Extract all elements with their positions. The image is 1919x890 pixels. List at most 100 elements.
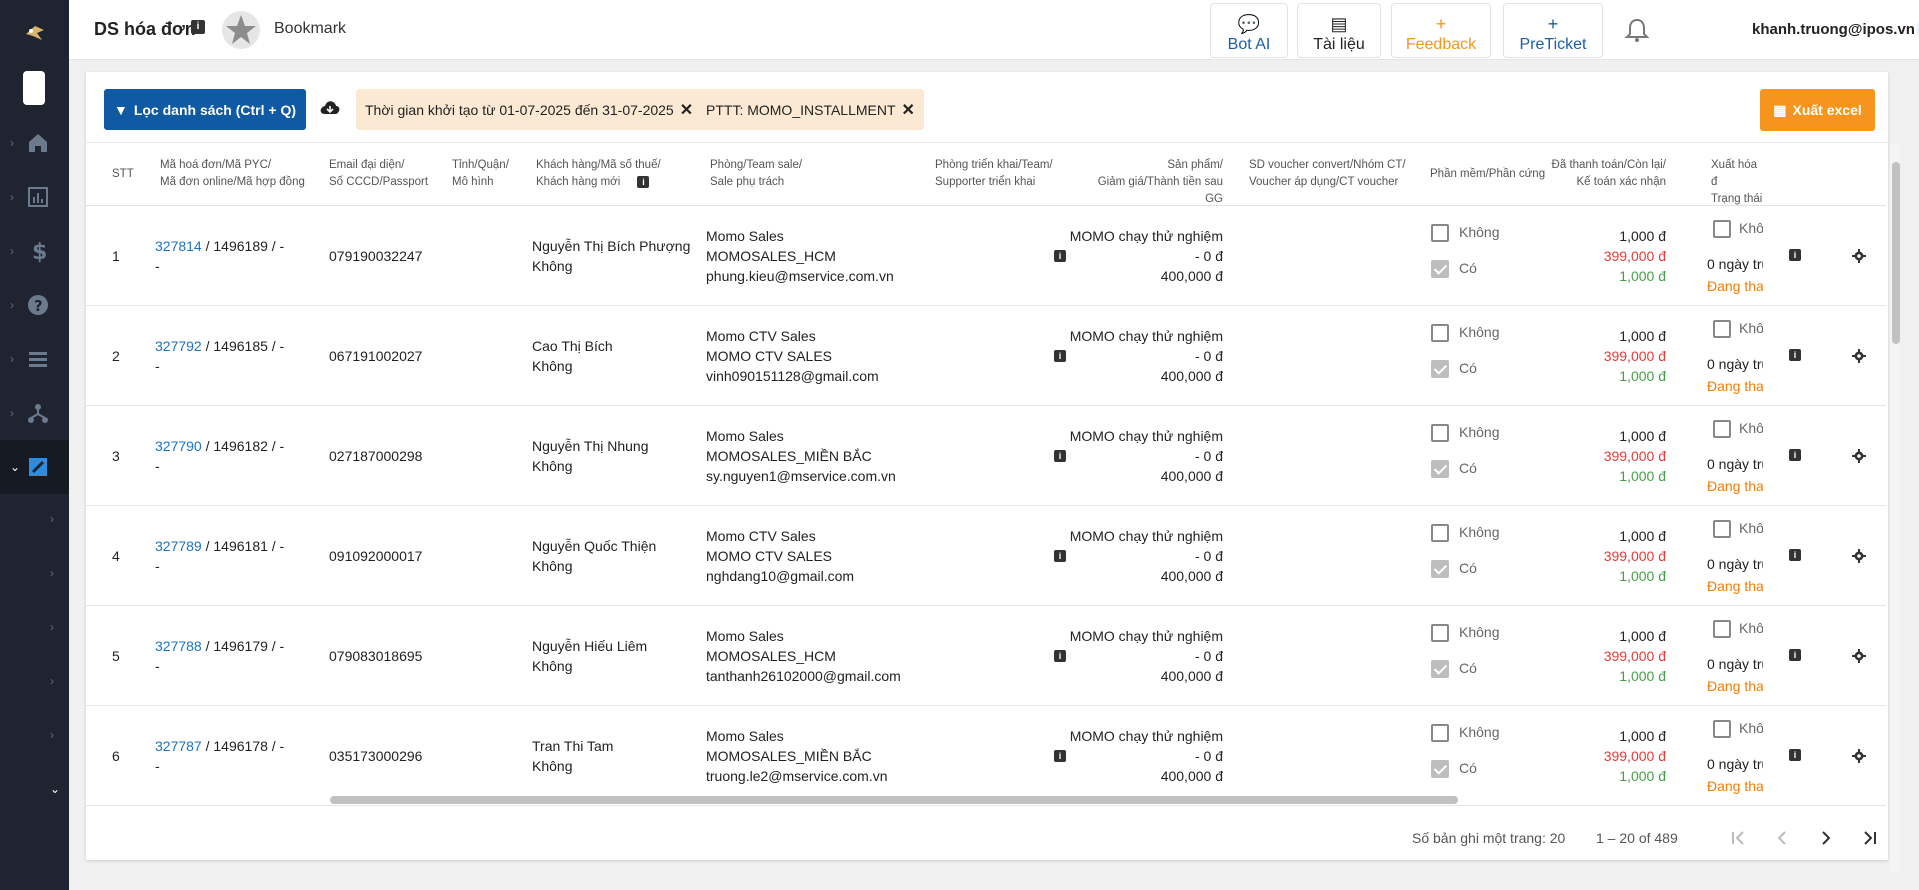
sidebar-item-home[interactable]: › [0, 116, 69, 170]
chevron-right-icon[interactable]: › [50, 512, 54, 526]
user-email[interactable]: khanh.truong@ipos.vn [1752, 21, 1915, 38]
info-icon[interactable]: i [1789, 449, 1801, 461]
info-icon[interactable]: i [1054, 750, 1066, 762]
export-checkbox[interactable] [1713, 220, 1731, 238]
gear-icon[interactable] [1852, 349, 1866, 363]
bot-ai-button[interactable]: 💬 Bot AI [1210, 3, 1288, 58]
sidebar-item-help[interactable]: › ? [0, 278, 69, 332]
bookmark-label[interactable]: Bookmark [274, 20, 346, 38]
invoice-link[interactable]: 327790 [155, 438, 202, 454]
info-icon[interactable]: i [191, 20, 205, 34]
sidebar-item-finance[interactable]: › $ [0, 224, 69, 278]
invoice-link[interactable]: 327792 [155, 338, 202, 354]
gear-icon[interactable] [1852, 549, 1866, 563]
table-row[interactable]: 5 327788 / 1496179 / -- 079083018695 Ngu… [86, 606, 1886, 706]
first-page-button[interactable] [1721, 821, 1755, 855]
info-icon[interactable]: i [1789, 649, 1801, 661]
export-checkbox[interactable] [1713, 320, 1731, 338]
filter-list-button[interactable]: ▼ Lọc danh sách (Ctrl + Q) [104, 89, 306, 130]
gear-icon[interactable] [1852, 749, 1866, 763]
invoice-link[interactable]: 327814 [155, 238, 202, 254]
export-checkbox[interactable] [1713, 620, 1731, 638]
table-row[interactable]: 6 327787 / 1496178 / -- 035173000296 Tra… [86, 706, 1886, 806]
info-icon[interactable]: i [1054, 250, 1066, 262]
export-excel-button[interactable]: ▦ Xuất excel [1760, 89, 1875, 131]
info-icon[interactable]: i [1789, 349, 1801, 361]
horizontal-scroll-thumb[interactable] [330, 796, 1458, 804]
gear-icon[interactable] [1852, 249, 1866, 263]
row-payment: 1,000 đ 399,000 đ 1,000 đ [1536, 626, 1666, 686]
export-checkbox[interactable] [1713, 720, 1731, 738]
row-customer: Nguyễn Quốc Thiện Không [532, 536, 656, 576]
sidebar-item-list[interactable]: › [0, 332, 69, 386]
chevron-right-icon[interactable]: › [50, 566, 54, 580]
row-sales: Momo CTV Sales MOMO CTV SALES nghdang10@gm… [706, 526, 854, 586]
row-invoice-codes: 327788 / 1496179 / -- [155, 638, 285, 674]
col-header-customer: Khách hàng/Mã số thuế/Khách hàng mới i [536, 159, 661, 188]
star-icon[interactable] [221, 10, 261, 50]
row-product: MOMO chạy thử nghiệm i - 0 đ 400,000 đ [1046, 726, 1223, 786]
info-icon[interactable]: i [1054, 350, 1066, 362]
bot-ai-label: Bot AI [1227, 36, 1271, 53]
info-icon[interactable]: i [1789, 249, 1801, 261]
info-icon[interactable]: i [1789, 749, 1801, 761]
info-icon[interactable]: i [1789, 549, 1801, 561]
filter-chip-date[interactable]: Thời gian khởi tạo từ 01-07-2025 đến 31-… [356, 89, 703, 130]
sidebar-item-network[interactable]: › [0, 386, 69, 440]
gear-icon[interactable] [1852, 649, 1866, 663]
cloud-download-icon[interactable] [319, 98, 341, 116]
info-icon[interactable]: i [1054, 450, 1066, 462]
hardware-checkbox[interactable] [1431, 460, 1449, 478]
filter-chip-payment[interactable]: PTTT: MOMO_INSTALLMENT ✕ [697, 89, 924, 130]
close-icon[interactable]: ✕ [902, 100, 915, 120]
info-icon[interactable]: i [637, 175, 650, 188]
bell-icon[interactable] [1623, 16, 1651, 44]
hardware-label: Có [1459, 460, 1477, 476]
last-page-button[interactable] [1853, 821, 1887, 855]
table-row[interactable]: 3 327790 / 1496182 / -- 027187000298 Ngu… [86, 406, 1886, 506]
next-page-button[interactable] [1809, 821, 1843, 855]
software-checkbox[interactable] [1431, 424, 1449, 442]
app-logo-icon[interactable] [22, 20, 48, 46]
invoice-link[interactable]: 327789 [155, 538, 202, 554]
vertical-scroll-thumb[interactable] [1892, 162, 1900, 344]
software-checkbox[interactable] [1431, 224, 1449, 242]
sidebar-item-reports[interactable]: › [0, 170, 69, 224]
hardware-checkbox[interactable] [1431, 260, 1449, 278]
info-icon[interactable]: i [1054, 550, 1066, 562]
preticket-button[interactable]: + PreTicket [1503, 3, 1603, 58]
info-icon[interactable]: i [1054, 650, 1066, 662]
hardware-checkbox[interactable] [1431, 660, 1449, 678]
export-checkbox[interactable] [1713, 420, 1731, 438]
chevron-right-icon[interactable]: › [50, 620, 54, 634]
docs-button[interactable]: ▤ Tài liệu [1297, 3, 1381, 58]
invoice-link[interactable]: 327787 [155, 738, 202, 754]
close-icon[interactable]: ✕ [680, 100, 693, 120]
per-page-select[interactable]: 20 [1550, 830, 1566, 846]
invoice-link[interactable]: 327788 [155, 638, 202, 654]
software-checkbox[interactable] [1431, 724, 1449, 742]
col-header-invoice: Mã hoá đơn/Mã PYC/Mã đơn online/Mã hợp đ… [160, 159, 305, 188]
gear-icon[interactable] [1852, 449, 1866, 463]
hardware-checkbox[interactable] [1431, 360, 1449, 378]
table-row[interactable]: 2 327792 / 1496185 / -- 067191002027 Cao… [86, 306, 1886, 406]
chevron-right-icon[interactable]: › [50, 728, 54, 742]
software-checkbox[interactable] [1431, 324, 1449, 342]
table-row[interactable]: 1 327814 / 1496189 / -- 079190032247 Ngu… [86, 206, 1886, 306]
sidebar-item-invoices[interactable]: ⌄ [0, 440, 69, 494]
export-checkbox[interactable] [1713, 520, 1731, 538]
table-row[interactable]: 4 327789 / 1496181 / -- 091092000017 Ngu… [86, 506, 1886, 606]
customer-name: Nguyễn Hiếu Liêm [532, 638, 648, 654]
hardware-checkbox[interactable] [1431, 560, 1449, 578]
software-checkbox[interactable] [1431, 624, 1449, 642]
chevron-down-icon[interactable]: ⌄ [50, 782, 60, 796]
chevron-right-icon[interactable]: › [50, 674, 54, 688]
sidebar-search-input[interactable] [23, 71, 45, 105]
col-header-stt: STT [112, 168, 134, 180]
confirmed-amount: 1,000 đ [1619, 468, 1666, 484]
hardware-checkbox[interactable] [1431, 760, 1449, 778]
col-header-deployment: Phòng triển khai/Team/Supporter triển kh… [935, 159, 1053, 188]
feedback-button[interactable]: + Feedback [1391, 3, 1491, 58]
software-checkbox[interactable] [1431, 524, 1449, 542]
prev-page-button[interactable] [1765, 821, 1799, 855]
